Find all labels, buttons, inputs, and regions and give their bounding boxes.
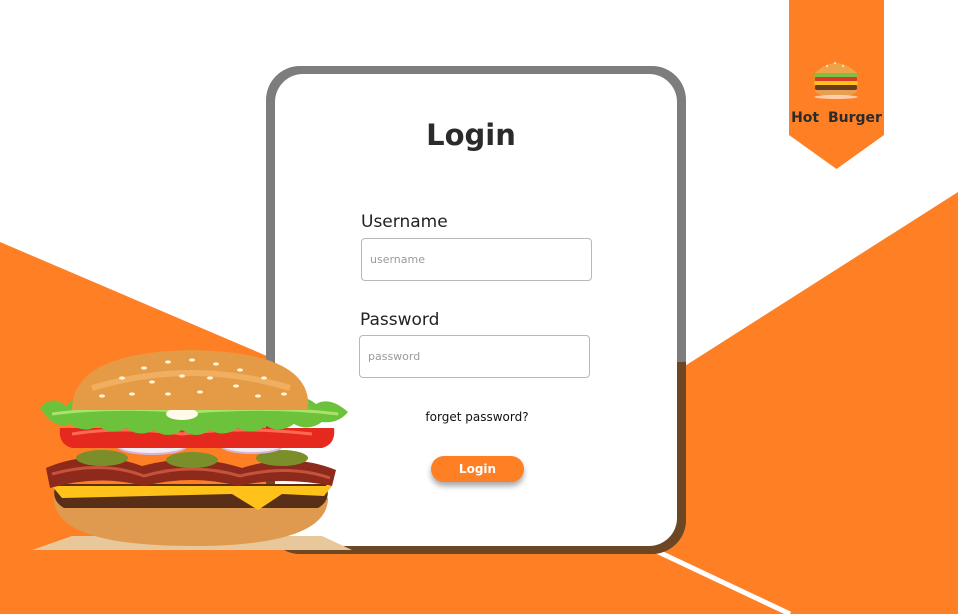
login-title: Login bbox=[426, 118, 516, 152]
username-input[interactable] bbox=[361, 238, 592, 281]
login-page: Hot Burger Login Username Password forge… bbox=[0, 0, 958, 614]
login-button[interactable]: Login bbox=[431, 456, 524, 482]
burger-icon bbox=[814, 62, 858, 99]
username-label: Username bbox=[361, 212, 448, 232]
password-input[interactable] bbox=[359, 335, 590, 378]
brand-ribbon[interactable]: Hot Burger bbox=[789, 0, 884, 169]
burger-illustration bbox=[32, 350, 352, 550]
password-label: Password bbox=[360, 310, 440, 330]
brand-name: Hot Burger bbox=[791, 110, 882, 126]
